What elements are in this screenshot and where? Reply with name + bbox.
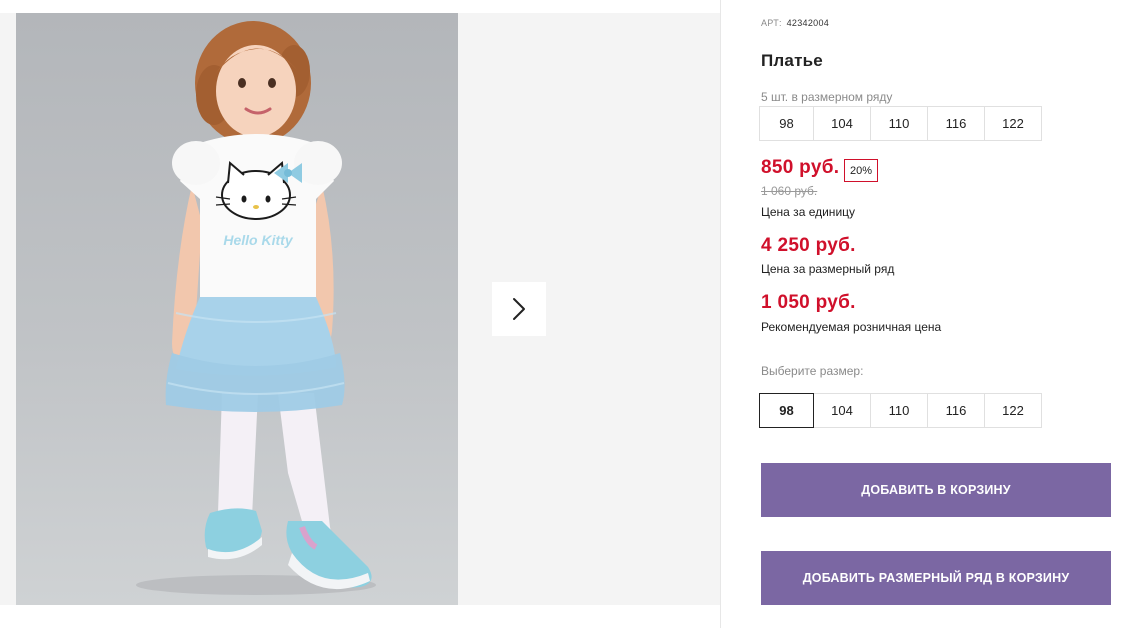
pack-size-cell: 116 [927,106,985,141]
chevron-right-icon [513,298,525,320]
discount-badge: 20% [844,159,879,182]
size-option-110[interactable]: 110 [870,393,928,428]
product-gallery: Hello Kitty [0,13,720,605]
pack-quantity-note: 5 шт. в размерном ряду [761,90,893,104]
product-photo[interactable]: Hello Kitty [16,13,458,605]
article-label: АРТ: [761,18,782,28]
pack-size-cell: 104 [813,106,871,141]
pack-size-cell: 110 [870,106,928,141]
size-option-122[interactable]: 122 [984,393,1042,428]
pack-size-cell: 98 [759,106,814,141]
pack-size-cell: 122 [984,106,1042,141]
product-title: Платье [761,51,823,70]
size-option-98[interactable]: 98 [759,393,814,428]
article-number: АРТ: 42342004 [761,18,829,28]
pack-price-caption: Цена за размерный ряд [761,262,895,276]
article-value: 42342004 [786,18,830,28]
unit-price-caption: Цена за единицу [761,205,856,219]
product-photo-illustration: Hello Kitty [136,21,376,595]
unit-price: 850 руб. [761,157,840,178]
dress-print-text: Hello Kitty [223,232,293,248]
size-select-label: Выберите размер: [761,364,864,378]
add-size-pack-to-cart-button[interactable]: ДОБАВИТЬ РАЗМЕРНЫЙ РЯД В КОРЗИНУ [761,551,1111,605]
recommended-retail-price: 1 050 руб. [761,292,856,313]
size-option-116[interactable]: 116 [927,393,985,428]
size-selector: 98 104 110 116 122 [759,393,1042,428]
column-divider [720,0,721,628]
pack-price: 4 250 руб. [761,235,856,256]
add-to-cart-button[interactable]: ДОБАВИТЬ В КОРЗИНУ [761,463,1111,517]
pack-size-list: 98 104 110 116 122 [759,106,1042,141]
recommended-retail-price-caption: Рекомендуемая розничная цена [761,320,942,334]
size-option-104[interactable]: 104 [813,393,871,428]
gallery-next-button[interactable] [492,282,546,336]
old-price: 1 060 руб. [761,184,818,198]
